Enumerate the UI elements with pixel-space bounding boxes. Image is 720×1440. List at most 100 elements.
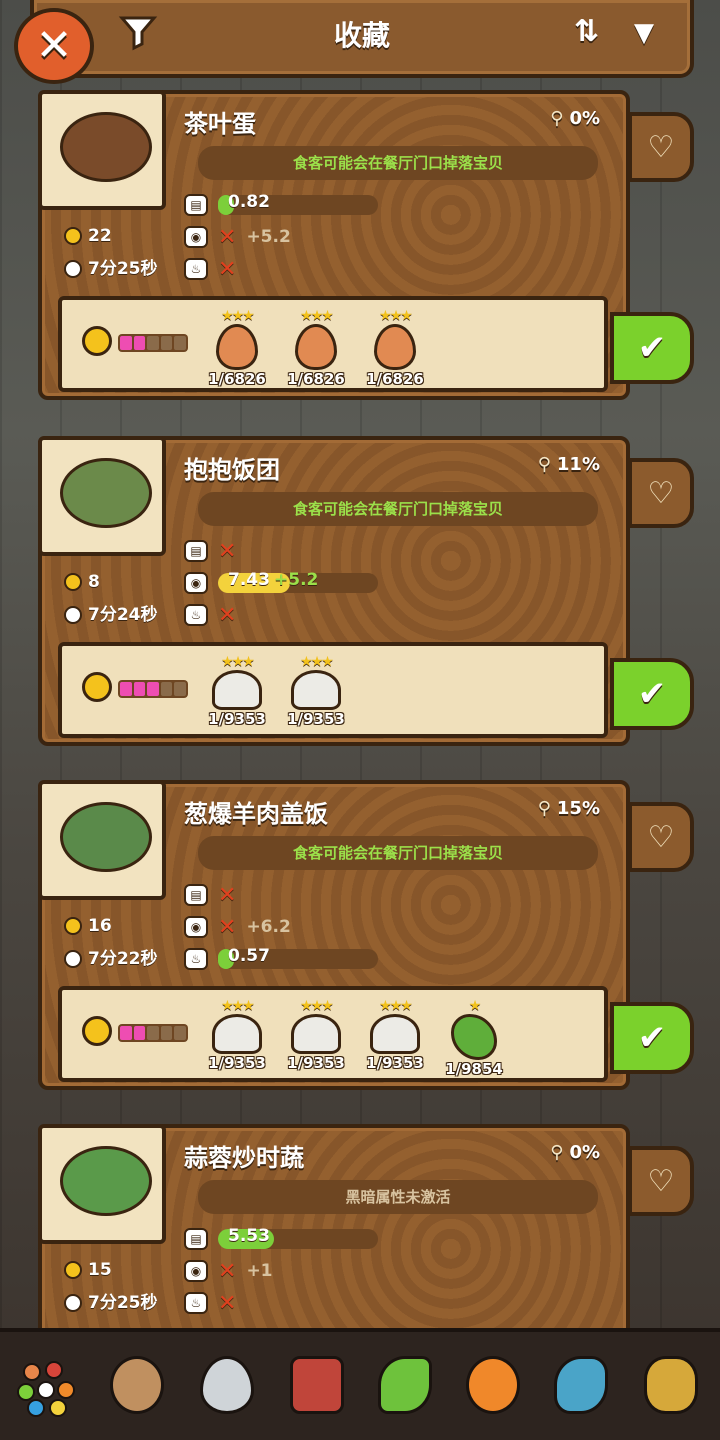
effect-note: 黑暗属性未激活 (198, 1180, 598, 1214)
ingredient-item[interactable]: ★★★ 1/9353 (202, 654, 272, 728)
header-bar: 收藏 ⇅ ▼ (30, 0, 694, 78)
star-rating: ★★★ (300, 308, 334, 324)
fish-icon (554, 1356, 608, 1414)
clock-icon (64, 950, 82, 968)
coin-icon (64, 227, 82, 245)
stat-row-stat3: ♨ 0.57 (184, 946, 378, 972)
burger-icon: ▤ (184, 884, 208, 906)
stat-row-stat1: ▤ 5.53 (184, 1226, 378, 1252)
category-meat-tab[interactable] (286, 1356, 348, 1418)
recipe-card[interactable]: 葱爆羊肉盖饭 ⚲ 15% 食客可能会在餐厅门口掉落宝贝 16 7分22秒 ▤ ✕ ◉ ✕ +6.2 ♨… (38, 780, 630, 1090)
category-fruit-tab[interactable] (462, 1356, 524, 1418)
stat-bonus: +1 (246, 1261, 273, 1281)
star-rating: ★★★ (379, 308, 413, 324)
category-grain-tab[interactable] (640, 1356, 702, 1418)
chevron-down-icon[interactable]: ▼ (634, 18, 654, 48)
stat-bar: 0.82 (218, 192, 378, 215)
spatula-icon: ⚲ (550, 1142, 564, 1163)
burger-icon: ▤ (184, 1228, 208, 1250)
ingredient-item[interactable]: ★★★ 1/9353 (281, 654, 351, 728)
category-liquid-tab[interactable] (196, 1356, 258, 1418)
burger-icon: ▤ (184, 194, 208, 216)
progress-pip (133, 1026, 146, 1040)
cross-icon: ✕ (218, 538, 237, 564)
flame-icon: ♨ (184, 258, 208, 280)
ingredient-count: 1/9353 (208, 1054, 266, 1072)
confirm-check-button[interactable]: ✔ (610, 658, 694, 730)
ingredient-item[interactable]: ★★★ 1/9353 (281, 998, 351, 1072)
progress-pip (147, 682, 159, 696)
flame-icon: ♨ (184, 948, 208, 970)
star-rating: ★★★ (379, 998, 413, 1014)
star-rating: ★★★ (221, 998, 255, 1014)
category-all-tab[interactable] (14, 1356, 76, 1418)
stat-bonus: +5.2 (246, 227, 291, 247)
progress-pip (120, 336, 132, 350)
star-rating: ★★★ (221, 308, 255, 324)
stat-row-stat1: ▤ ✕ (184, 882, 246, 908)
ingredient-count: 1/9854 (445, 1060, 503, 1078)
meat-icon (290, 1356, 344, 1414)
cross-icon: ✕ (218, 914, 237, 940)
confirm-check-button[interactable]: ✔ (610, 1002, 694, 1074)
eye-icon: ◉ (184, 1260, 208, 1282)
recipe-name: 葱爆羊肉盖饭 (184, 800, 328, 828)
price: 16 (64, 916, 112, 936)
egg-icon (295, 324, 337, 370)
eye-icon: ◉ (184, 226, 208, 248)
confirm-check-button[interactable]: ✔ (610, 312, 694, 384)
dish-image (60, 802, 152, 872)
level-progress (118, 334, 188, 352)
favorite-heart-button[interactable]: ♡ (628, 802, 694, 872)
ingredient-count: 1/6826 (208, 370, 266, 388)
sort-icon[interactable]: ⇅ (574, 14, 599, 49)
cross-icon: ✕ (218, 1290, 237, 1316)
rice-icon (370, 1014, 420, 1054)
favorite-heart-button[interactable]: ♡ (628, 458, 694, 528)
ingredient-item[interactable]: ★★★ 1/9353 (360, 998, 430, 1072)
coin-icon (64, 573, 82, 591)
star-rating: ★★★ (300, 998, 334, 1014)
stat-row-stat3: ♨ ✕ (184, 602, 246, 628)
category-seafood-tab[interactable] (550, 1356, 612, 1418)
effect-note: 食客可能会在餐厅门口掉落宝贝 (198, 492, 598, 526)
ingredient-item[interactable]: ★★★ 1/6826 (281, 308, 351, 388)
cross-icon: ✕ (218, 1258, 237, 1284)
ingredient-item[interactable]: ★★★ 1/6826 (202, 308, 272, 388)
ingredient-item[interactable]: ★★★ 1/9353 (202, 998, 272, 1072)
mastery-percent: ⚲ 11% (537, 454, 600, 475)
ingredient-count: 1/9353 (287, 710, 345, 728)
dish-image-frame (38, 436, 166, 556)
favorite-heart-button[interactable]: ♡ (628, 1146, 694, 1216)
recipe-name: 抱抱饭团 (184, 456, 280, 484)
coin-icon (64, 917, 82, 935)
rice-icon (291, 1014, 341, 1054)
heart-icon: ♡ (647, 1163, 675, 1199)
category-egg-tab[interactable] (106, 1356, 168, 1418)
category-vegetable-tab[interactable] (374, 1356, 436, 1418)
favorite-heart-button[interactable]: ♡ (628, 112, 694, 182)
ingredient-item[interactable]: ★★★ 1/6826 (360, 308, 430, 388)
recipe-card[interactable]: 茶叶蛋 ⚲ 0% 食客可能会在餐厅门口掉落宝贝 22 7分25秒 ▤ 0.82 ◉ ✕ +5.2 ♨ ✕… (38, 90, 630, 400)
star-rating: ★ (468, 998, 482, 1014)
recipe-name: 茶叶蛋 (184, 110, 256, 138)
ingredient-item[interactable]: ★ 1/9854 (439, 998, 509, 1078)
ingredient-count: 1/9353 (366, 1054, 424, 1072)
mastery-percent: ⚲ 0% (550, 1142, 600, 1163)
progress-pip (120, 1026, 132, 1040)
spatula-icon: ⚲ (537, 454, 551, 475)
chef-face-icon (82, 672, 112, 702)
progress-pip (133, 336, 146, 350)
ingredient-count: 1/6826 (287, 370, 345, 388)
dish-image (60, 458, 152, 528)
eye-icon: ◉ (184, 916, 208, 938)
stat-bonus: +5.2 (274, 570, 319, 590)
cross-icon: ✕ (218, 602, 237, 628)
leaf-icon (378, 1356, 432, 1414)
egg-icon (110, 1356, 164, 1414)
cook-time: 7分22秒 (64, 944, 158, 969)
close-icon: ✕ (35, 20, 73, 71)
close-button[interactable]: ✕ (14, 8, 94, 84)
recipe-card[interactable]: 抱抱饭团 ⚲ 11% 食客可能会在餐厅门口掉落宝贝 8 7分24秒 ▤ ✕ ◉ 7.43 +5.2 ♨… (38, 436, 630, 746)
progress-pip (160, 336, 173, 350)
